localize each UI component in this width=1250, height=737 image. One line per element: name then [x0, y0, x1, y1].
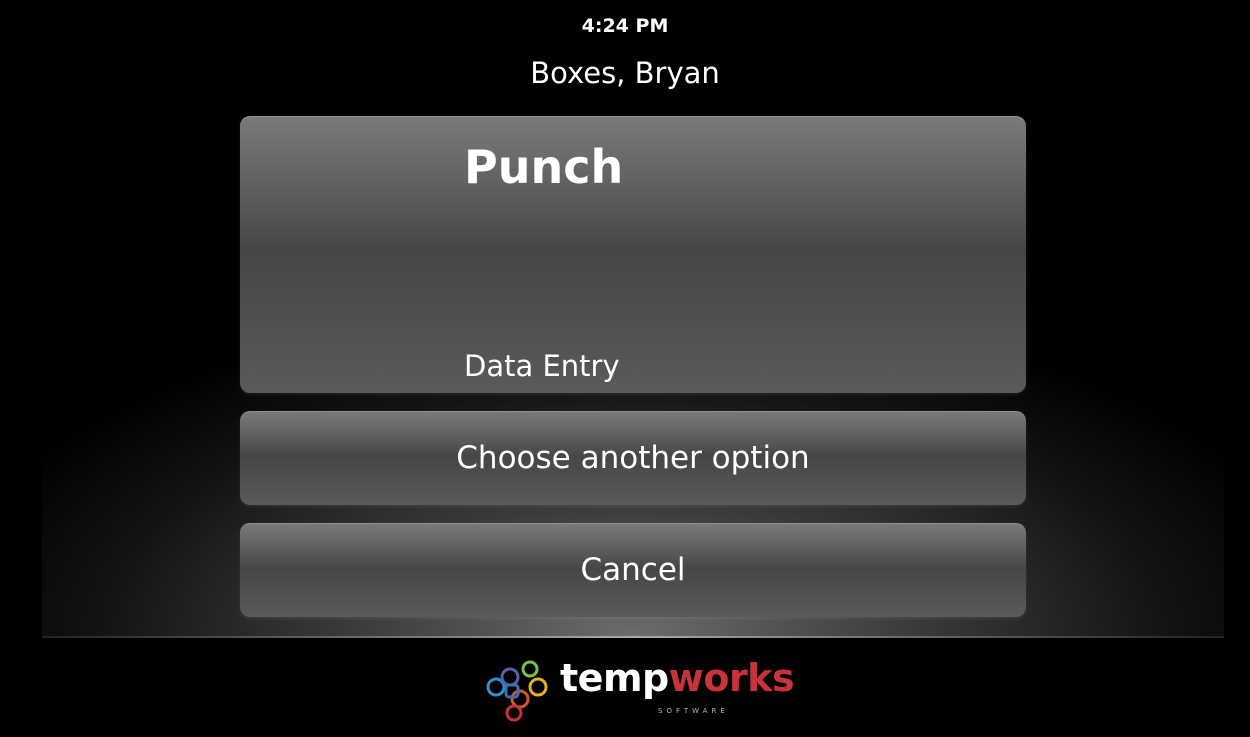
- brand-tagline: SOFTWARE: [658, 707, 729, 715]
- brand-name-temp: temp: [560, 656, 669, 700]
- brand-wordmark: tempworks: [560, 656, 795, 700]
- current-time: 4:24 PM: [581, 15, 669, 37]
- punch-subtitle: Data Entry: [464, 349, 620, 383]
- tempworks-logo-icon: [486, 660, 548, 722]
- punch-button[interactable]: Punch Data Entry: [240, 116, 1026, 393]
- choose-another-option-button[interactable]: Choose another option: [240, 411, 1026, 505]
- employee-name: Boxes, Bryan: [530, 56, 720, 90]
- brand-name-works: works: [668, 656, 795, 700]
- tempworks-logo: tempworks SOFTWARE: [480, 655, 795, 725]
- floor-highlight: [42, 636, 1224, 638]
- kiosk-screen: 4:24 PM Boxes, Bryan Punch Data Entry Ch…: [0, 0, 1250, 737]
- punch-title: Punch: [464, 140, 624, 194]
- cancel-button[interactable]: Cancel: [240, 523, 1026, 617]
